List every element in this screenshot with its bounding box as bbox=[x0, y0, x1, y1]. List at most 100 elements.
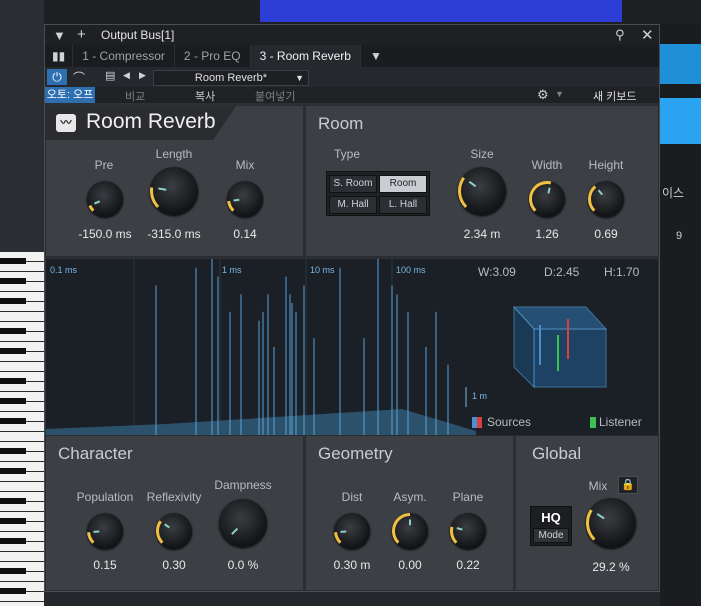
time-label-2: 10 ms bbox=[310, 265, 335, 275]
auto-off-button[interactable]: 오토: 오프 bbox=[45, 87, 95, 103]
time-label-1: 1 ms bbox=[222, 265, 242, 275]
power-icon[interactable]: ⏻ bbox=[47, 69, 67, 85]
main-panel: 〰 Room Reverb Pre -150.0 ms Length -315.… bbox=[45, 105, 304, 257]
reflection-graph bbox=[46, 259, 608, 435]
length-label: Length bbox=[155, 147, 193, 161]
global-title: Global bbox=[532, 444, 582, 463]
global-panel: Global HQ Mode Mix 🔒 29.2 % bbox=[515, 435, 659, 591]
time-label-3: 100 ms bbox=[396, 265, 426, 275]
reflexivity-knob[interactable] bbox=[156, 513, 192, 549]
tab-dropdown-icon[interactable]: ▼ bbox=[361, 45, 391, 67]
type-m-hall-button[interactable]: M. Hall bbox=[329, 196, 377, 214]
next-preset-icon[interactable]: ▶ bbox=[139, 70, 146, 81]
copy-button[interactable]: 복사 bbox=[195, 88, 215, 104]
room-depth-readout: D:2.45 bbox=[544, 265, 580, 279]
type-l-hall-button[interactable]: L. Hall bbox=[379, 196, 427, 214]
host-audio-clip-3[interactable] bbox=[660, 98, 701, 144]
paste-button[interactable]: 붙여넣기 bbox=[255, 88, 295, 104]
host-ruler-number: 9 bbox=[676, 230, 683, 242]
rack-icon[interactable]: ▮▮ bbox=[45, 45, 74, 67]
host-audio-clip-2[interactable] bbox=[660, 44, 701, 84]
prev-preset-icon[interactable]: ◀ bbox=[123, 70, 130, 81]
add-icon[interactable]: + bbox=[77, 26, 86, 43]
lock-icon[interactable]: 🔒 bbox=[618, 476, 638, 494]
host-side-text: 이스 bbox=[662, 186, 685, 200]
reflection-visualizer: 0.1 ms 1 ms 10 ms 100 ms W:3.09 D:2.45 H… bbox=[46, 259, 658, 435]
width-knob[interactable] bbox=[529, 181, 565, 217]
dampness-label: Dampness bbox=[214, 478, 272, 492]
room-title: Room bbox=[318, 114, 364, 133]
population-knob[interactable] bbox=[87, 513, 123, 549]
listener-legend-label: Listener bbox=[599, 415, 642, 429]
population-value: 0.15 bbox=[93, 558, 117, 572]
character-title: Character bbox=[58, 444, 133, 463]
type-room-button[interactable]: Room bbox=[379, 175, 427, 193]
brand-logo-icon: 〰 bbox=[56, 114, 76, 132]
height-knob[interactable] bbox=[588, 181, 624, 217]
scale-label: 1 m bbox=[472, 391, 488, 401]
plane-value: 0.22 bbox=[456, 558, 480, 572]
sources-legend-swatch bbox=[472, 417, 482, 428]
plane-label: Plane bbox=[452, 490, 484, 504]
size-knob[interactable] bbox=[458, 167, 506, 215]
tab-compressor[interactable]: 1 - Compressor bbox=[73, 45, 175, 67]
host-piano-roll-keys[interactable] bbox=[0, 252, 44, 606]
pre-label: Pre bbox=[94, 158, 114, 172]
tab-pro-eq[interactable]: 2 - Pro EQ bbox=[175, 45, 251, 67]
listener-legend-swatch bbox=[590, 417, 596, 428]
pre-knob[interactable] bbox=[87, 181, 123, 217]
bypass-icon[interactable]: ⌒ bbox=[73, 69, 85, 86]
compare-button[interactable]: 비교 bbox=[125, 88, 145, 104]
population-label: Population bbox=[76, 490, 134, 504]
mix-label: Mix bbox=[235, 158, 255, 172]
preset-menu-icon[interactable]: ▤ bbox=[105, 69, 115, 82]
gear-dropdown-icon[interactable]: ▼ bbox=[555, 89, 564, 99]
mix-knob[interactable] bbox=[227, 181, 263, 217]
dist-knob[interactable] bbox=[334, 513, 370, 549]
preset-name: Room Reverb* bbox=[194, 72, 268, 84]
type-s-room-button[interactable]: S. Room bbox=[329, 175, 377, 193]
time-label-0: 0.1 ms bbox=[50, 265, 78, 275]
plugin-subbar: 오토: 오프 비교 복사 붙여넣기 ⚙ ▼ 새 키보드 bbox=[45, 87, 659, 103]
room-panel: Room Type S. Room Room M. Hall L. Hall S… bbox=[305, 105, 659, 257]
plugin-window: ▼ + Output Bus[1] ⚲ ✕ ▮▮ 1 - Compressor … bbox=[44, 24, 660, 592]
hq-button[interactable]: HQ bbox=[533, 509, 569, 526]
reflexivity-label: Reflexivity bbox=[146, 490, 202, 504]
close-icon[interactable]: ✕ bbox=[641, 26, 654, 44]
dampness-value: 0.0 % bbox=[227, 558, 259, 572]
pin-icon[interactable]: ⚲ bbox=[615, 27, 625, 43]
mode-button[interactable]: Mode bbox=[533, 528, 569, 543]
global-mix-value: 29.2 % bbox=[592, 560, 630, 574]
keyboard-button[interactable]: 새 키보드 bbox=[593, 88, 637, 104]
quality-box: HQ Mode bbox=[530, 506, 572, 546]
asym-knob[interactable] bbox=[392, 513, 428, 549]
length-knob[interactable] bbox=[150, 167, 198, 215]
room-box-front bbox=[533, 328, 607, 388]
pre-value: -150.0 ms bbox=[78, 227, 132, 241]
plugin-tab-bar: ▮▮ 1 - Compressor 2 - Pro EQ 3 - Room Re… bbox=[45, 45, 659, 67]
tab-room-reverb[interactable]: 3 - Room Reverb bbox=[250, 45, 361, 67]
reflexivity-value: 0.30 bbox=[162, 558, 186, 572]
geometry-title: Geometry bbox=[318, 444, 393, 463]
host-audio-clip[interactable] bbox=[260, 0, 622, 22]
plugin-toolbar: ⏻ ⌒ ▤ ◀ ▶ bbox=[45, 67, 659, 87]
type-label: Type bbox=[333, 147, 360, 161]
length-value: -315.0 ms bbox=[147, 227, 201, 241]
height-label: Height bbox=[588, 158, 624, 172]
mix-value: 0.14 bbox=[233, 227, 257, 241]
window-titlebar[interactable]: ▼ + Output Bus[1] ⚲ ✕ bbox=[45, 25, 659, 45]
room-height-readout: H:1.70 bbox=[604, 265, 640, 279]
global-mix-knob[interactable] bbox=[586, 498, 636, 548]
window-title: Output Bus[1] bbox=[101, 28, 175, 42]
dampness-knob[interactable] bbox=[219, 499, 267, 547]
plane-knob[interactable] bbox=[450, 513, 486, 549]
gear-icon[interactable]: ⚙ bbox=[537, 87, 549, 103]
chevron-down-icon[interactable]: ▼ bbox=[53, 28, 66, 43]
geometry-panel: Geometry Dist 0.30 m Asym. 0.00 Plane 0.… bbox=[305, 435, 514, 591]
sources-legend-label: Sources bbox=[487, 415, 532, 429]
preset-dropdown-icon: ▼ bbox=[295, 73, 304, 83]
preset-selector[interactable]: Room Reverb* ▼ bbox=[153, 70, 309, 86]
character-panel: Character Population 0.15 Reflexivity 0.… bbox=[45, 435, 304, 591]
height-value: 0.69 bbox=[594, 227, 618, 241]
plugin-name: Room Reverb bbox=[86, 110, 216, 133]
